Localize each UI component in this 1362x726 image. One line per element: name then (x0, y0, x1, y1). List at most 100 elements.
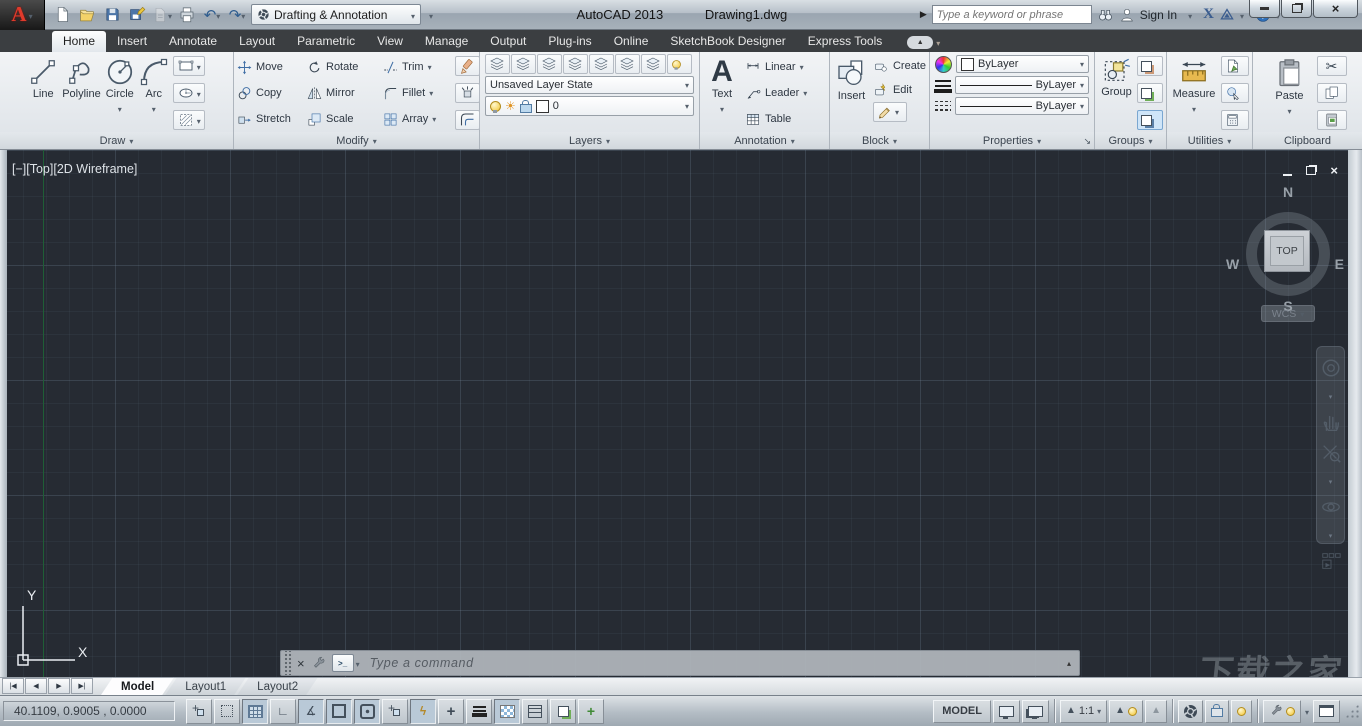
layer-freeze-button[interactable] (589, 54, 614, 74)
mirror-button[interactable]: Mirror (307, 80, 383, 106)
layer-color-swatch[interactable] (536, 100, 549, 113)
rectangle-button[interactable] (173, 56, 205, 76)
model-space-button[interactable]: MODEL (933, 700, 991, 723)
panel-annotation-title[interactable]: Annotation (700, 132, 829, 149)
panel-properties-title[interactable]: Properties↘ (930, 132, 1094, 149)
pan-icon[interactable] (1320, 411, 1342, 433)
coordinates-readout[interactable]: 40.1109, 0.9005 , 0.0000 (3, 701, 175, 721)
show-motion-icon[interactable] (1320, 550, 1342, 572)
command-close-icon[interactable]: × (297, 656, 305, 671)
print-button[interactable] (176, 5, 198, 25)
tab-sketchbook-designer[interactable]: SketchBook Designer (659, 31, 796, 52)
close-button[interactable]: × (1313, 0, 1358, 18)
redo-button[interactable]: ↷ (226, 5, 248, 25)
dynamic-ucs-toggle[interactable]: ϟ (410, 699, 436, 724)
annotation-monitor-toggle[interactable]: + (578, 699, 604, 724)
search-icon[interactable] (1097, 7, 1114, 23)
stretch-button[interactable]: Stretch (237, 106, 307, 132)
dynamic-input-toggle[interactable]: + (438, 699, 464, 724)
tab-plugins[interactable]: Plug-ins (537, 31, 602, 52)
ribbon-minimize-button[interactable]: ▲ (907, 35, 940, 49)
panel-draw-title[interactable]: Draw (0, 132, 233, 149)
copy-button[interactable]: Copy (237, 80, 307, 106)
plot-button[interactable] (151, 5, 173, 25)
open-button[interactable] (76, 5, 98, 25)
explode-button[interactable] (455, 83, 480, 103)
layer-thaw-icon[interactable]: ☀ (505, 100, 516, 112)
navigation-wheel-icon[interactable] (1320, 357, 1342, 379)
paste-caret-icon[interactable] (1287, 103, 1291, 117)
arc-caret-icon[interactable] (152, 101, 156, 115)
cut-button[interactable]: ✂ (1317, 56, 1347, 76)
erase-button[interactable] (455, 56, 480, 76)
calculator-button[interactable] (1221, 110, 1249, 130)
line-button[interactable]: Line (28, 54, 58, 132)
tab-layout1[interactable]: Layout1 (165, 677, 246, 695)
leader-button[interactable]: Leader (745, 80, 807, 106)
grid-display-toggle[interactable] (242, 699, 268, 724)
minimize-button[interactable] (1249, 0, 1280, 18)
command-wrench-icon[interactable] (311, 656, 326, 671)
status-menu-caret-icon[interactable] (1305, 704, 1309, 718)
offset-button[interactable] (455, 110, 480, 130)
autodesk-360-icon[interactable] (1219, 7, 1235, 22)
application-menu-button[interactable]: A (0, 0, 45, 30)
three-d-object-snap-toggle[interactable] (354, 699, 380, 724)
clean-screen-button[interactable] (1313, 700, 1340, 723)
text-caret-icon[interactable] (720, 101, 724, 115)
snap-mode-toggle[interactable] (214, 699, 240, 724)
layer-unlock-icon[interactable] (520, 104, 532, 113)
workspace-dropdown[interactable]: Drafting & Annotation (251, 4, 421, 25)
last-layout-button[interactable]: ▶| (71, 678, 93, 694)
undo-button[interactable]: ↶ (201, 5, 223, 25)
measure-button[interactable]: Measure (1170, 54, 1218, 132)
workspace-switching-button[interactable] (1178, 700, 1203, 723)
lineweight-icon[interactable] (935, 80, 951, 82)
infer-constraints-toggle[interactable] (186, 699, 212, 724)
restore-button[interactable] (1281, 0, 1312, 18)
wcs-dropdown[interactable]: WCS (1261, 305, 1315, 322)
lineweight-display-toggle[interactable] (466, 699, 492, 724)
toolbar-lock-button[interactable] (1205, 700, 1229, 723)
transparency-toggle[interactable] (494, 699, 520, 724)
layer-on-icon[interactable] (490, 101, 501, 112)
linetype-dropdown[interactable]: ByLayer (955, 97, 1089, 115)
color-wheel-icon[interactable] (935, 56, 952, 73)
measure-caret-icon[interactable] (1192, 101, 1196, 115)
save-as-button[interactable] (126, 5, 148, 25)
viewcube-east[interactable]: E (1335, 256, 1344, 272)
command-recent-caret-icon[interactable] (356, 656, 360, 670)
object-color-dropdown[interactable]: ByLayer (956, 55, 1089, 73)
circle-caret-icon[interactable] (118, 101, 122, 115)
viewcube-north[interactable]: N (1283, 184, 1293, 200)
ellipse-button[interactable] (173, 83, 205, 103)
edit-attributes-button[interactable] (873, 102, 907, 122)
infocenter-collapse-icon[interactable]: ▶ (920, 9, 927, 20)
viewcube[interactable]: N W E S TOP (1240, 186, 1336, 306)
viewport-controls-label[interactable]: [−][Top][2D Wireframe] (12, 162, 137, 176)
save-button[interactable] (101, 5, 123, 25)
paste-special-button[interactable] (1317, 110, 1347, 130)
next-layout-button[interactable]: ▶ (48, 678, 70, 694)
trim-button[interactable]: Trim (383, 54, 453, 80)
linetype-icon[interactable] (935, 101, 951, 111)
copy-clip-button[interactable] (1317, 83, 1347, 103)
hatch-button[interactable] (173, 110, 205, 130)
object-snap-toggle[interactable] (326, 699, 352, 724)
command-input[interactable]: Type a command (370, 656, 1067, 670)
rotate-button[interactable]: Rotate (307, 54, 383, 80)
isolate-objects-button[interactable] (1231, 700, 1252, 723)
navigation-bar[interactable] (1316, 346, 1345, 544)
auto-annotation-scale-button[interactable]: ▲ (1145, 700, 1167, 723)
tab-parametric[interactable]: Parametric (286, 31, 366, 52)
qat-customize-button[interactable] (424, 5, 438, 25)
annotation-scale-button[interactable]: ▲ 1:1 (1060, 700, 1107, 723)
tab-insert[interactable]: Insert (106, 31, 158, 52)
status-resize-grip[interactable] (1345, 704, 1359, 718)
text-button[interactable]: A Text (703, 54, 741, 132)
layer-states-button[interactable] (511, 54, 536, 74)
annotation-visibility-button[interactable]: ▲ (1109, 700, 1143, 723)
zoom-extents-icon[interactable] (1320, 442, 1342, 464)
tab-manage[interactable]: Manage (414, 31, 479, 52)
hardware-acceleration-button[interactable] (1263, 700, 1301, 723)
